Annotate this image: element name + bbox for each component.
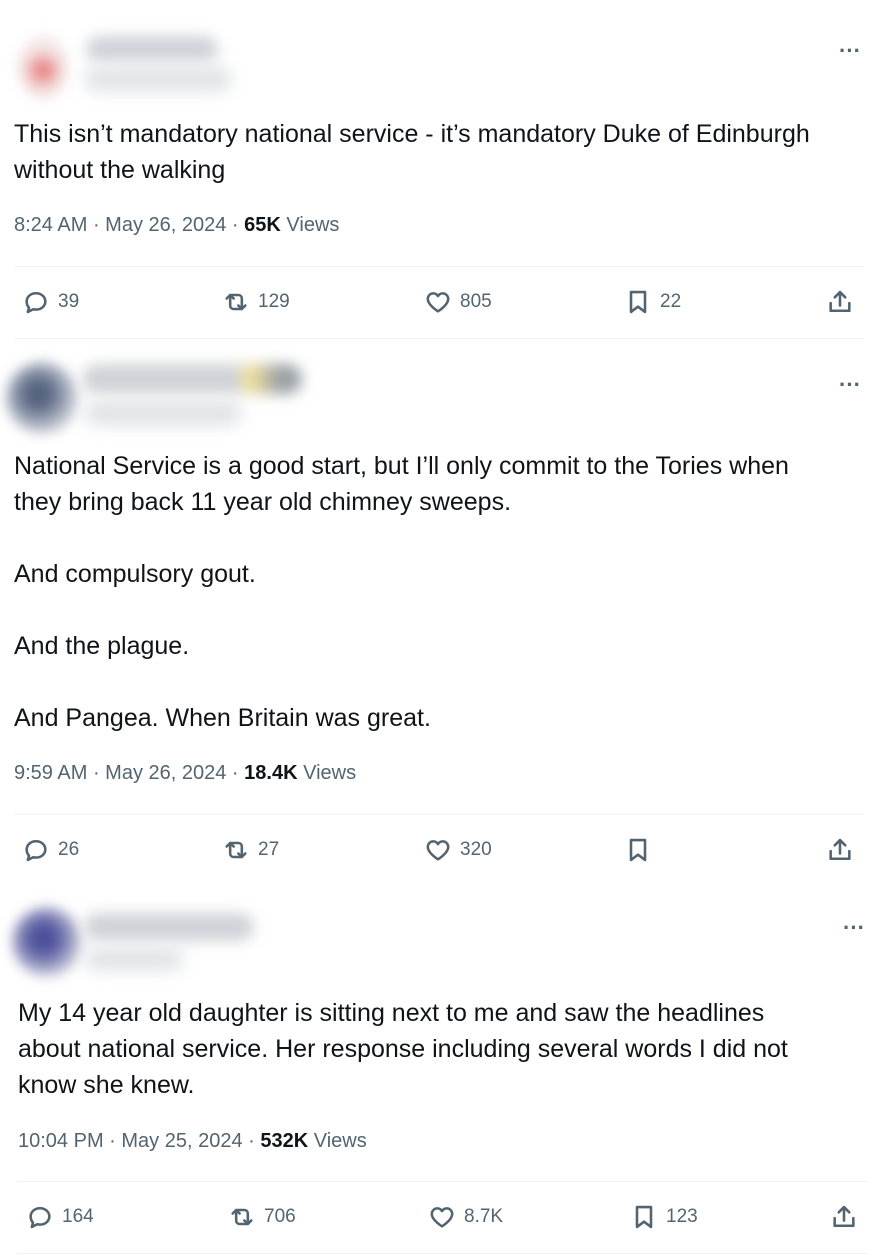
- tweet-date[interactable]: May 26, 2024: [105, 762, 226, 784]
- tweet-text: This isn’t mandatory national service - …: [14, 120, 810, 184]
- tweet-1[interactable]: ··· This isn’t mandatory national servic…: [0, 0, 888, 340]
- repost-icon: [231, 1208, 253, 1226]
- reply-count: 26: [58, 839, 80, 860]
- author-handle[interactable]: [84, 66, 232, 92]
- views-count: 532K: [260, 1130, 309, 1152]
- reply-button[interactable]: 164: [26, 1199, 94, 1235]
- author-name[interactable]: [82, 364, 302, 394]
- bookmark-count: 123: [666, 1206, 698, 1227]
- tweet-3[interactable]: ··· My 14 year old daughter is sitting n…: [0, 885, 888, 1258]
- repost-count: 129: [258, 291, 290, 312]
- tweet-meta: 10:04 PM · May 25, 2024 · 532K Views: [18, 1130, 367, 1152]
- heart-icon: [426, 292, 450, 313]
- bookmark-count: 22: [660, 291, 682, 312]
- like-count: 8.7K: [464, 1206, 504, 1227]
- author-name[interactable]: [84, 913, 254, 941]
- heart-icon: [430, 1207, 454, 1228]
- like-button[interactable]: 805: [424, 284, 492, 320]
- views-label: Views: [280, 214, 340, 236]
- reply-count: 164: [62, 1206, 94, 1227]
- tweet-text: My 14 year old daughter is sitting next …: [18, 999, 788, 1099]
- repost-icon: [225, 293, 247, 311]
- avatar[interactable]: [18, 34, 68, 100]
- like-count: 320: [460, 839, 492, 860]
- repost-button[interactable]: 129: [222, 284, 290, 320]
- reply-icon: [25, 839, 47, 862]
- share-button[interactable]: [826, 284, 854, 320]
- repost-icon: [225, 841, 247, 859]
- action-bar: 26 27 320: [0, 832, 888, 868]
- divider: [14, 338, 864, 339]
- bookmark-icon: [635, 1205, 653, 1229]
- tweet-time[interactable]: 10:04 PM: [18, 1130, 104, 1152]
- tweet-meta: 8:24 AM · May 26, 2024 · 65K Views: [14, 214, 340, 236]
- more-icon[interactable]: ···: [839, 40, 861, 62]
- repost-count: 27: [258, 839, 280, 860]
- tweet-date[interactable]: May 26, 2024: [105, 214, 226, 236]
- avatar[interactable]: [12, 907, 82, 977]
- divider: [14, 266, 864, 267]
- heart-icon: [426, 840, 450, 861]
- share-icon: [829, 290, 851, 313]
- repost-button[interactable]: 706: [228, 1199, 296, 1235]
- divider: [14, 814, 864, 815]
- like-button[interactable]: 8.7K: [428, 1199, 503, 1235]
- tweet-time[interactable]: 8:24 AM: [14, 214, 87, 236]
- share-button[interactable]: [826, 832, 854, 868]
- bookmark-icon: [629, 838, 647, 862]
- author-name[interactable]: [86, 36, 218, 62]
- like-button[interactable]: 320: [424, 832, 492, 868]
- divider: [18, 1181, 868, 1182]
- more-icon[interactable]: ···: [843, 917, 865, 939]
- tweet-text: National Service is a good start, but I’…: [14, 452, 789, 732]
- action-bar: 39 129 805 22: [0, 284, 888, 320]
- avatar[interactable]: [6, 362, 78, 434]
- bookmark-button[interactable]: 123: [630, 1199, 698, 1235]
- author-handle[interactable]: [84, 947, 184, 971]
- share-icon: [829, 838, 851, 861]
- reply-button[interactable]: 39: [22, 284, 79, 320]
- action-bar: 164 706 8.7K 123: [0, 1199, 888, 1235]
- views-label: Views: [308, 1130, 367, 1152]
- reply-icon: [25, 291, 47, 314]
- repost-count: 706: [264, 1206, 296, 1227]
- author-handle[interactable]: [84, 400, 242, 426]
- tweet-time[interactable]: 9:59 AM: [14, 762, 87, 784]
- share-button[interactable]: [830, 1199, 858, 1235]
- bookmark-button[interactable]: 22: [624, 284, 681, 320]
- bookmark-icon: [629, 290, 647, 314]
- like-count: 805: [460, 291, 492, 312]
- views-count: 18.4K: [244, 762, 298, 784]
- tweet-date[interactable]: May 25, 2024: [121, 1130, 242, 1152]
- share-icon: [833, 1205, 855, 1228]
- views-label: Views: [297, 762, 357, 784]
- tweet-meta: 9:59 AM · May 26, 2024 · 18.4K Views: [14, 762, 357, 784]
- tweet-2[interactable]: ··· National Service is a good start, bu…: [0, 340, 888, 885]
- divider: [18, 1253, 868, 1254]
- bookmark-button[interactable]: [624, 832, 660, 868]
- reply-button[interactable]: 26: [22, 832, 79, 868]
- reply-count: 39: [58, 291, 80, 312]
- views-count: 65K: [244, 214, 281, 236]
- reply-icon: [29, 1206, 51, 1229]
- repost-button[interactable]: 27: [222, 832, 279, 868]
- more-icon[interactable]: ···: [839, 374, 861, 396]
